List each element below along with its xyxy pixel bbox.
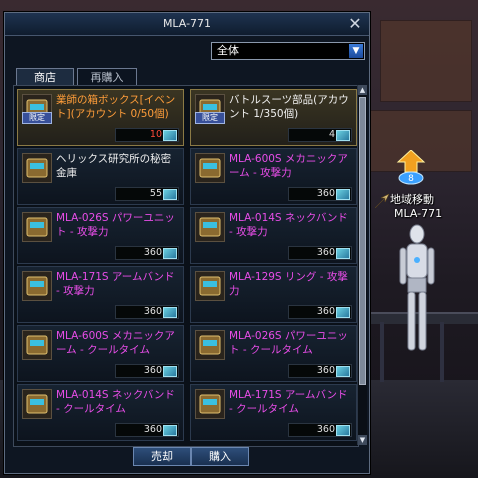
area-move-icon[interactable]: 8 (396, 150, 426, 186)
item-price: 4 (328, 129, 335, 140)
item-price: 55 (149, 188, 162, 199)
currency-icon (336, 366, 350, 377)
npc-label-line1: 地域移動 (390, 193, 434, 206)
price-box: 4 (288, 128, 352, 142)
item-name: MLA-600S メカニックアーム - クールタイム (56, 330, 175, 356)
currency-icon (336, 189, 350, 200)
limited-badge: 限定 (195, 112, 225, 124)
category-filter-select[interactable]: 全体 ▼ (211, 42, 365, 60)
power-unit-icon[interactable] (22, 212, 52, 242)
price-box: 360 (288, 423, 352, 437)
item-name: MLA-014S ネックバンド - クールタイム (56, 389, 175, 415)
suit-parts-icon[interactable]: 限定 (195, 94, 225, 124)
background-building (380, 20, 472, 102)
price-box: 360 (115, 246, 179, 260)
limited-badge: 限定 (22, 112, 52, 124)
item-price: 10 (149, 129, 162, 140)
tab-shop[interactable]: 商店 (16, 68, 74, 86)
price-box: 55 (115, 187, 179, 201)
mechanic-arm-icon[interactable] (195, 153, 225, 183)
sell-button[interactable]: 売却 (133, 447, 191, 466)
item-price: 360 (316, 306, 335, 317)
currency-icon (163, 425, 177, 436)
price-box: 360 (115, 364, 179, 378)
currency-icon (163, 189, 177, 200)
safe-box-icon[interactable] (22, 153, 52, 183)
shop-item[interactable]: MLA-014S ネックバンド - 攻撃力 360 (190, 207, 357, 264)
shop-item[interactable]: 限定 バトルスーツ部品(アカウント 1/350個) 4 (190, 89, 357, 146)
npc-character[interactable] (392, 222, 442, 362)
scroll-up-icon[interactable]: ▲ (358, 85, 367, 95)
neckband-icon[interactable] (195, 212, 225, 242)
item-price: 360 (143, 306, 162, 317)
shop-item[interactable]: MLA-171S アームバンド - 攻撃力 360 (17, 266, 184, 323)
item-name: 業師の箱ボックス[イベント](アカウント 0/50個) (56, 94, 176, 120)
shop-item[interactable]: MLA-026S パワーユニット - 攻撃力 360 (17, 207, 184, 264)
shop-item[interactable]: 限定 業師の箱ボックス[イベント](アカウント 0/50個) 10 (17, 89, 184, 146)
currency-icon (336, 307, 350, 318)
pointer-arrow-icon (375, 194, 389, 208)
shop-item[interactable]: MLA-014S ネックバンド - クールタイム 360 (17, 384, 184, 441)
item-name: ヘリックス研究所の秘密金庫 (56, 153, 172, 179)
currency-icon (336, 425, 350, 436)
armband-icon[interactable] (22, 271, 52, 301)
power-unit-icon[interactable] (195, 330, 225, 360)
buy-button[interactable]: 購入 (191, 447, 249, 466)
price-box: 360 (288, 187, 352, 201)
item-price: 360 (143, 365, 162, 376)
category-filter-value: 全体 (217, 44, 239, 57)
item-price: 360 (316, 188, 335, 199)
window-title: MLA-771 (162, 17, 212, 30)
item-name: MLA-026S パワーユニット - クールタイム (229, 330, 348, 356)
currency-icon (163, 307, 177, 318)
background-railing-post (380, 322, 384, 382)
item-list: 限定 業師の箱ボックス[イベント](アカウント 0/50個) 10 限定 バトルスーツ部… (13, 85, 359, 447)
item-price: 360 (316, 424, 335, 435)
scroll-down-icon[interactable]: ▼ (358, 435, 367, 445)
ring-icon[interactable] (195, 271, 225, 301)
price-box: 360 (288, 364, 352, 378)
chevron-down-icon[interactable]: ▼ (349, 44, 363, 58)
npc-label[interactable]: 地域移動 MLA-771 (390, 193, 478, 221)
shop-window: MLA-771 ✕ 全体 ▼ 商店 再購入 限定 業師の箱ボックス[イベント](ア… (4, 12, 370, 474)
item-name: MLA-171S アームバンド - クールタイム (229, 389, 348, 415)
currency-icon (163, 366, 177, 377)
item-name: MLA-026S パワーユニット - 攻撃力 (56, 212, 175, 238)
shop-item[interactable]: ヘリックス研究所の秘密金庫 55 (17, 148, 184, 205)
price-box: 10 (115, 128, 179, 142)
item-name: MLA-600S メカニックアーム - 攻撃力 (229, 153, 348, 179)
svg-text:8: 8 (408, 174, 414, 184)
price-box: 360 (115, 423, 179, 437)
item-name: MLA-129S リング - 攻撃力 (229, 271, 348, 297)
item-name: MLA-171S アームバンド - 攻撃力 (56, 271, 175, 297)
price-box: 360 (115, 305, 179, 319)
shop-item[interactable]: MLA-129S リング - 攻撃力 360 (190, 266, 357, 323)
tab-rebuy[interactable]: 再購入 (77, 68, 137, 86)
mechanic-arm-icon[interactable] (22, 330, 52, 360)
item-price: 360 (316, 365, 335, 376)
treasure-box-icon[interactable]: 限定 (22, 94, 52, 124)
currency-icon (336, 130, 350, 141)
item-name: バトルスーツ部品(アカウント 1/350個) (229, 94, 349, 120)
currency-icon (336, 248, 350, 259)
neckband-icon[interactable] (22, 389, 52, 419)
item-price: 360 (143, 247, 162, 258)
window-titlebar[interactable]: MLA-771 ✕ (5, 13, 369, 36)
currency-icon (163, 130, 177, 141)
item-price: 360 (316, 247, 335, 258)
item-name: MLA-014S ネックバンド - 攻撃力 (229, 212, 348, 238)
armband-icon[interactable] (195, 389, 225, 419)
shop-item[interactable]: MLA-171S アームバンド - クールタイム 360 (190, 384, 357, 441)
npc-label-line2: MLA-771 (394, 207, 443, 220)
scrollbar-thumb[interactable] (359, 97, 366, 385)
shop-item[interactable]: MLA-600S メカニックアーム - クールタイム 360 (17, 325, 184, 382)
item-price: 360 (143, 424, 162, 435)
currency-icon (163, 248, 177, 259)
item-list-scrollbar[interactable]: ▲ ▼ (357, 85, 367, 445)
price-box: 360 (288, 305, 352, 319)
close-icon[interactable]: ✕ (347, 16, 363, 32)
shop-item[interactable]: MLA-026S パワーユニット - クールタイム 360 (190, 325, 357, 382)
shop-item[interactable]: MLA-600S メカニックアーム - 攻撃力 360 (190, 148, 357, 205)
price-box: 360 (288, 246, 352, 260)
